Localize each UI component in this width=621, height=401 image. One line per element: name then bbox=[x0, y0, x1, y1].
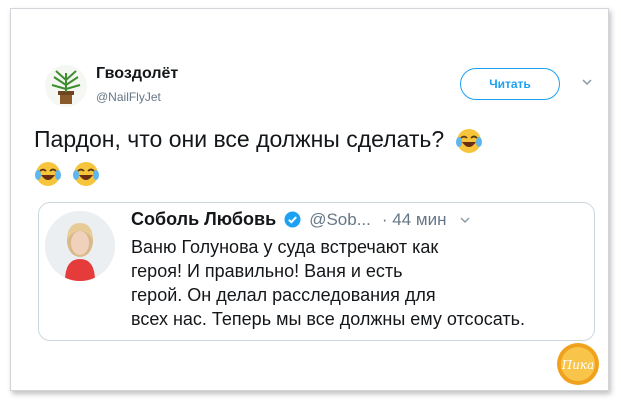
watermark-text: Пика bbox=[561, 358, 595, 372]
author-avatar[interactable] bbox=[45, 65, 87, 107]
site-logo-watermark: Пика bbox=[557, 343, 599, 385]
chevron-down-icon[interactable] bbox=[460, 216, 470, 224]
verified-badge-icon bbox=[284, 211, 301, 228]
quoted-author-avatar[interactable] bbox=[45, 211, 115, 281]
quoted-text-line: всех нас. Теперь мы все должны ему отсос… bbox=[131, 309, 525, 329]
tweet-card: Гвоздолёт @NailFlyJet Читать Пардон, что… bbox=[10, 8, 609, 391]
quoted-timestamp[interactable]: · 44 мин bbox=[382, 210, 447, 229]
laughing-tears-emoji-icon bbox=[73, 161, 100, 186]
quoted-author-name[interactable]: Соболь Любовь bbox=[131, 209, 276, 229]
tweet-text-content: Пардон, что они все должны сделать? bbox=[34, 126, 445, 152]
quoted-tweet[interactable]: Соболь Любовь @Sob... · 44 мин Ваню Голу… bbox=[38, 202, 595, 341]
laughing-tears-emoji-icon bbox=[455, 128, 482, 153]
quoted-author-handle[interactable]: @Sob... bbox=[309, 210, 371, 229]
plant-logo-icon bbox=[51, 70, 81, 104]
tweet-text: Пардон, что они все должны сделать? bbox=[34, 123, 574, 189]
follow-button[interactable]: Читать bbox=[460, 68, 560, 100]
laughing-tears-emoji-icon bbox=[35, 161, 61, 186]
person-portrait-icon bbox=[45, 211, 115, 281]
chevron-down-icon[interactable] bbox=[581, 76, 593, 88]
author-name[interactable]: Гвоздолёт bbox=[96, 65, 178, 83]
quoted-text-line: героя! И правильно! Ваня и есть bbox=[131, 261, 403, 281]
quoted-text-line: герой. Он делал расследования для bbox=[131, 285, 436, 305]
quoted-text-line: Ваню Голунова у суда встречают как bbox=[131, 237, 439, 257]
quoted-tweet-text: Ваню Голунова у суда встречают как героя… bbox=[131, 235, 591, 331]
quoted-header: Соболь Любовь @Sob... · 44 мин bbox=[131, 209, 470, 230]
author-handle[interactable]: @NailFlyJet bbox=[96, 90, 161, 104]
